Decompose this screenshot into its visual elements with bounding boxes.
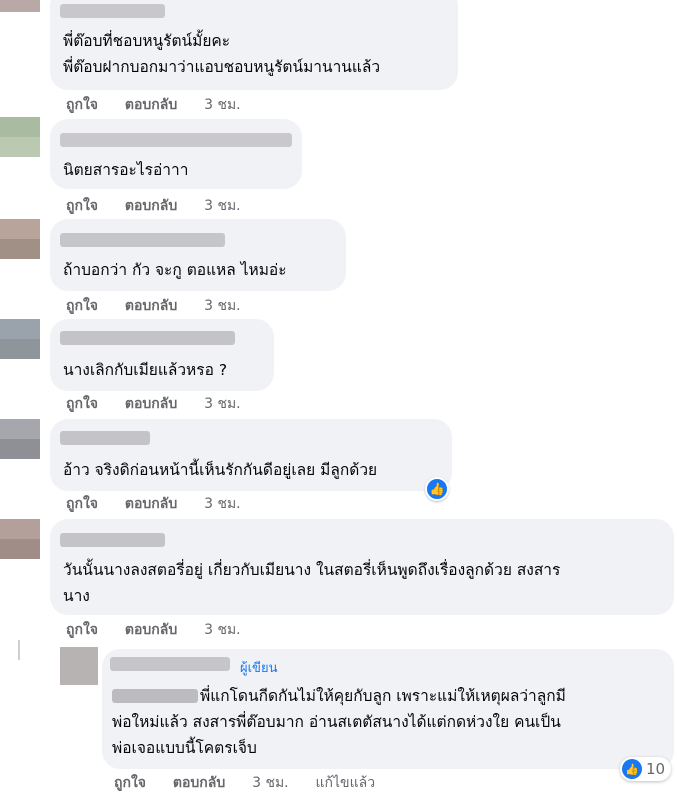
avatar[interactable] [0, 319, 40, 359]
comment-text-line: พี่แกโดนกีดกันไม่ให้คุยกับลูก เพราะแม่ให… [200, 687, 566, 705]
comment-actions: ถูกใจ ตอบกลับ 3 ชม. [66, 295, 263, 317]
comment-text-line: นิตยสารอะไรอ่าาา [63, 161, 189, 179]
comment-text-line: พี่ต๊อบที่ชอบหนูรัตน์มั้ยคะ [63, 32, 231, 50]
avatar[interactable] [0, 219, 40, 259]
comment-bubble: นางเลิกกับเมียแล้วหรอ ? [50, 319, 274, 391]
comment-bubble: นิตยสารอะไรอ่าาา [50, 119, 302, 189]
comment-bubble: วันนั้นนางลงสตอรี่อยู่ เกี่ยวกับเมียนาง … [50, 519, 674, 615]
comment-5: อ้าว จริงดิก่อนหน้านี้เห็นรักกันดีอยู่เล… [0, 415, 677, 515]
thumbs-up-icon: 👍 [625, 762, 639, 776]
comment-actions: ถูกใจ ตอบกลับ 3 ชม. [66, 393, 263, 415]
like-button[interactable]: ถูกใจ [66, 195, 98, 217]
timestamp[interactable]: 3 ชม. [252, 772, 289, 794]
like-button[interactable]: ถูกใจ [66, 393, 98, 415]
commenter-name[interactable] [60, 331, 235, 345]
like-button[interactable]: ถูกใจ [66, 493, 98, 515]
like-icon: 👍 [622, 759, 642, 779]
reaction-summary[interactable]: 👍 10 [620, 757, 672, 781]
timestamp[interactable]: 3 ชม. [204, 94, 241, 116]
avatar[interactable] [60, 647, 98, 685]
comment-2: นิตยสารอะไรอ่าาา ถูกใจ ตอบกลับ 3 ชม. [0, 115, 677, 215]
reply-button[interactable]: ตอบกลับ [125, 195, 177, 217]
like-button[interactable]: ถูกใจ [66, 619, 98, 641]
comment-text-line: นาง [63, 587, 90, 605]
timestamp[interactable]: 3 ชม. [204, 493, 241, 515]
reply-button[interactable]: ตอบกลับ [125, 94, 177, 116]
reply-button[interactable]: ตอบกลับ [173, 772, 225, 794]
avatar[interactable] [0, 117, 40, 157]
like-button[interactable]: ถูกใจ [66, 295, 98, 317]
comment-4: นางเลิกกับเมียแล้วหรอ ? ถูกใจ ตอบกลับ 3 … [0, 315, 677, 415]
reply-button[interactable]: ตอบกลับ [125, 295, 177, 317]
comment-text-line: พ่อใหม่แล้ว สงสารพี่ต๊อบมาก อ่านสเตตัสนา… [112, 713, 561, 731]
commenter-name[interactable] [110, 657, 230, 671]
like-reaction-badge[interactable]: 👍 [425, 477, 449, 501]
comment-actions: ถูกใจ ตอบกลับ 3 ชม. [66, 94, 263, 116]
comment-bubble: ถ้าบอกว่า กัว จะกู ตอแหล ไหมอ่ะ [50, 219, 346, 291]
timestamp[interactable]: 3 ชม. [204, 619, 241, 641]
like-button[interactable]: ถูกใจ [66, 94, 98, 116]
author-reply: ผู้เขียน พี่แกโดนกีดกันไม่ให้คุยกับลูก เ… [0, 645, 677, 791]
comment-bubble: พี่ต๊อบที่ชอบหนูรัตน์มั้ยคะ พี่ต๊อบฝากบอ… [50, 0, 458, 90]
timestamp[interactable]: 3 ชม. [204, 195, 241, 217]
reaction-count: 10 [646, 760, 666, 778]
edited-label: แก้ไขแล้ว [315, 775, 376, 791]
thumbs-up-icon: 👍 [429, 482, 445, 496]
commenter-name[interactable] [112, 689, 198, 703]
timestamp[interactable]: 3 ชม. [204, 393, 241, 415]
comment-6: วันนั้นนางลงสตอรี่อยู่ เกี่ยวกับเมียนาง … [0, 515, 677, 645]
commenter-name[interactable] [60, 4, 165, 18]
comment-1: พี่ต๊อบที่ชอบหนูรัตน์มั้ยคะ พี่ต๊อบฝากบอ… [0, 0, 677, 115]
comment-text-line: อ้าว จริงดิก่อนหน้านี้เห็นรักกันดีอยู่เล… [63, 461, 378, 479]
commenter-name[interactable] [60, 133, 292, 147]
reply-button[interactable]: ตอบกลับ [125, 619, 177, 641]
comment-text-line: พ่อเจอแบบนี้โคตรเจ็บ [112, 739, 257, 757]
commenter-name[interactable] [60, 533, 165, 547]
like-button[interactable]: ถูกใจ [114, 772, 146, 794]
comment-actions: ถูกใจ ตอบกลับ 3 ชม. [66, 619, 263, 641]
comment-text-line: ถ้าบอกว่า กัว จะกู ตอแหล ไหมอ่ะ [63, 261, 287, 279]
comment-3: ถ้าบอกว่า กัว จะกู ตอแหล ไหมอ่ะ ถูกใจ ตอ… [0, 215, 677, 315]
avatar[interactable] [0, 0, 40, 12]
comment-text-line: พี่ต๊อบฝากบอกมาว่าแอบชอบหนูรัตน์มานานแล้… [63, 58, 381, 76]
comment-actions: ถูกใจ ตอบกลับ 3 ชม. แก้ไขแล้ว [114, 772, 397, 794]
commenter-name[interactable] [60, 431, 150, 445]
comment-text-line: นางเลิกกับเมียแล้วหรอ ? [63, 361, 228, 379]
author-badge: ผู้เขียน [240, 661, 278, 676]
comment-bubble: อ้าว จริงดิก่อนหน้านี้เห็นรักกันดีอยู่เล… [50, 419, 452, 491]
reply-button[interactable]: ตอบกลับ [125, 493, 177, 515]
comment-actions: ถูกใจ ตอบกลับ 3 ชม. [66, 493, 263, 515]
comment-bubble: ผู้เขียน พี่แกโดนกีดกันไม่ให้คุยกับลูก เ… [102, 649, 674, 769]
avatar[interactable] [0, 419, 40, 459]
reply-button[interactable]: ตอบกลับ [125, 393, 177, 415]
comment-text-line: วันนั้นนางลงสตอรี่อยู่ เกี่ยวกับเมียนาง … [63, 561, 561, 579]
avatar[interactable] [0, 519, 40, 559]
commenter-name[interactable] [60, 233, 225, 247]
timestamp[interactable]: 3 ชม. [204, 295, 241, 317]
comment-actions: ถูกใจ ตอบกลับ 3 ชม. [66, 195, 263, 217]
